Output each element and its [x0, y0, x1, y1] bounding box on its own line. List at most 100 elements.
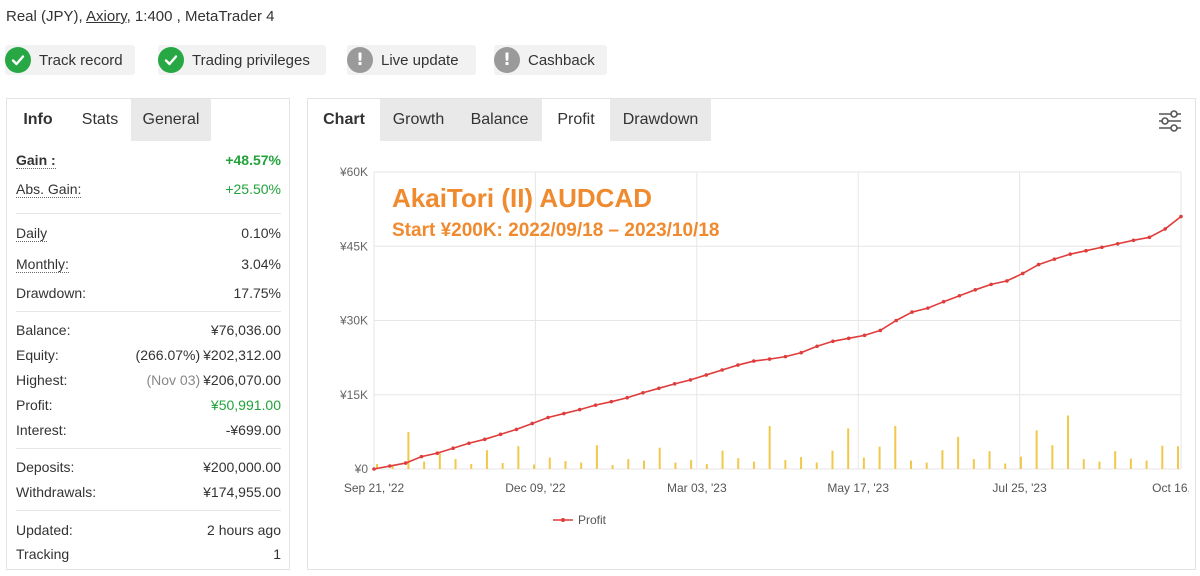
bar-daily-profit [1114, 451, 1117, 469]
profit-point [577, 407, 582, 412]
bar-daily-profit [784, 460, 787, 469]
profit-line [373, 215, 1182, 470]
bar-daily-profit [658, 447, 661, 469]
bar-daily-profit [548, 457, 551, 469]
bar-daily-profit [580, 462, 583, 469]
stat-label[interactable]: Abs. Gain: [16, 181, 82, 198]
stat-value: ¥200,000.00 [203, 459, 281, 475]
chart-svg: ¥60K ¥45K ¥30K ¥15K ¥0 Sep 21, '22 Dec 09, '22… [339, 165, 1200, 527]
stat-label: Tracking [16, 546, 70, 562]
stat-drawdown: Drawdown: 17.75% [16, 282, 281, 304]
equity-percent: (266.07%) [135, 347, 201, 363]
profit-point [672, 382, 677, 386]
y-tick-label: ¥30K [339, 314, 368, 328]
stat-deposits: Deposits: ¥200,000.00 [16, 456, 281, 478]
badge-cashback[interactable]: ! Cashback [494, 45, 607, 75]
tab-chart[interactable]: Chart [308, 99, 380, 141]
divider [16, 510, 281, 511]
bar-daily-profit [1098, 461, 1101, 469]
stat-label[interactable]: Monthly: [16, 256, 69, 273]
bar-daily-profit [878, 446, 881, 469]
chart-settings-icon[interactable] [1157, 108, 1183, 134]
bar-daily-profit [910, 460, 912, 469]
profit-point [657, 386, 661, 391]
profit-point [1100, 245, 1104, 250]
profit-point [562, 411, 566, 416]
tab-growth[interactable]: Growth [380, 99, 457, 141]
stat-value: (266.07%) ¥202,312.00 [136, 347, 281, 363]
highest-amount: ¥206,070.00 [203, 372, 281, 388]
profit-point [704, 373, 709, 377]
bar-daily-profit [438, 453, 441, 469]
bar-daily-profit [674, 462, 677, 469]
bar-daily-profit [690, 460, 693, 469]
profit-point [957, 293, 962, 298]
profit-point [1005, 279, 1009, 283]
stat-label: Profit: [16, 397, 53, 413]
profit-point [1084, 248, 1088, 253]
profit-point [625, 395, 629, 400]
profit-point [862, 333, 867, 338]
profit-point [451, 446, 455, 451]
stat-value: (Nov 03) ¥206,070.00 [146, 372, 281, 388]
profit-point [482, 437, 487, 442]
profit-point [799, 350, 804, 355]
profit-point [831, 339, 835, 344]
tab-info[interactable]: Info [7, 99, 69, 141]
profit-point [403, 461, 408, 465]
badge-trading-privileges[interactable]: Trading privileges [158, 45, 326, 75]
badge-live-update[interactable]: ! Live update [347, 45, 476, 75]
account-info: Real (JPY), Axiory, 1:400 , MetaTrader 4 [6, 8, 274, 25]
stat-value: ¥50,991.00 [210, 397, 281, 413]
bar-daily-profit [1129, 458, 1132, 469]
x-tick-label: Sep 21, '22 [344, 481, 405, 495]
profit-point [1147, 235, 1152, 240]
bar-daily-profit [957, 436, 960, 469]
check-icon [158, 47, 184, 73]
stat-label: Highest: [16, 372, 68, 388]
bar-daily-profit [1145, 460, 1148, 469]
stat-value: 0.10% [241, 225, 281, 241]
tab-drawdown[interactable]: Drawdown [610, 99, 711, 141]
profit-point [1020, 271, 1025, 276]
stat-withdrawals: Withdrawals: ¥174,955.00 [16, 481, 281, 503]
stat-equity: Equity: (266.07%) ¥202,312.00 [16, 344, 281, 366]
profit-point [372, 467, 376, 471]
bar-daily-profit [1019, 456, 1022, 469]
broker-link[interactable]: Axiory [86, 8, 127, 25]
stat-value: ¥76,036.00 [210, 322, 281, 338]
stat-profit: Profit: ¥50,991.00 [16, 394, 281, 416]
profit-point [609, 399, 614, 404]
bar-daily-profit [517, 446, 520, 469]
stat-balance: Balance: ¥76,036.00 [16, 319, 281, 341]
chart-tabs: Chart Growth Balance Profit Drawdown [308, 99, 711, 141]
tab-profit[interactable]: Profit [542, 99, 610, 141]
check-icon [5, 47, 31, 73]
stat-value: ¥174,955.00 [203, 484, 281, 500]
bar-daily-profit [737, 458, 740, 469]
stat-label: Interest: [16, 422, 67, 438]
tab-general[interactable]: General [131, 99, 211, 141]
profit-point [894, 318, 898, 323]
tab-balance[interactable]: Balance [457, 99, 542, 141]
profit-point [1163, 227, 1167, 231]
tab-stats[interactable]: Stats [69, 99, 131, 141]
profit-point [688, 378, 693, 382]
stat-label[interactable]: Gain : [16, 152, 56, 169]
x-tick-label: Mar 03, '23 [667, 481, 727, 495]
badge-track-record[interactable]: Track record [5, 45, 135, 75]
stat-label[interactable]: Daily [16, 225, 48, 242]
exclamation-icon: ! [494, 47, 520, 73]
y-tick-label: ¥15K [339, 388, 368, 402]
bar-daily-profit [501, 463, 504, 469]
bar-daily-profit [454, 459, 457, 469]
stat-label: Equity: [16, 347, 59, 363]
bar-daily-profit [1177, 446, 1179, 469]
stat-value: 2 hours ago [207, 522, 281, 538]
bar-daily-profit [768, 425, 771, 469]
stat-value: -¥699.00 [225, 422, 281, 438]
exclamation-icon: ! [347, 47, 373, 73]
profit-point [1052, 257, 1057, 261]
profit-point [419, 454, 424, 459]
profit-point [720, 368, 724, 372]
